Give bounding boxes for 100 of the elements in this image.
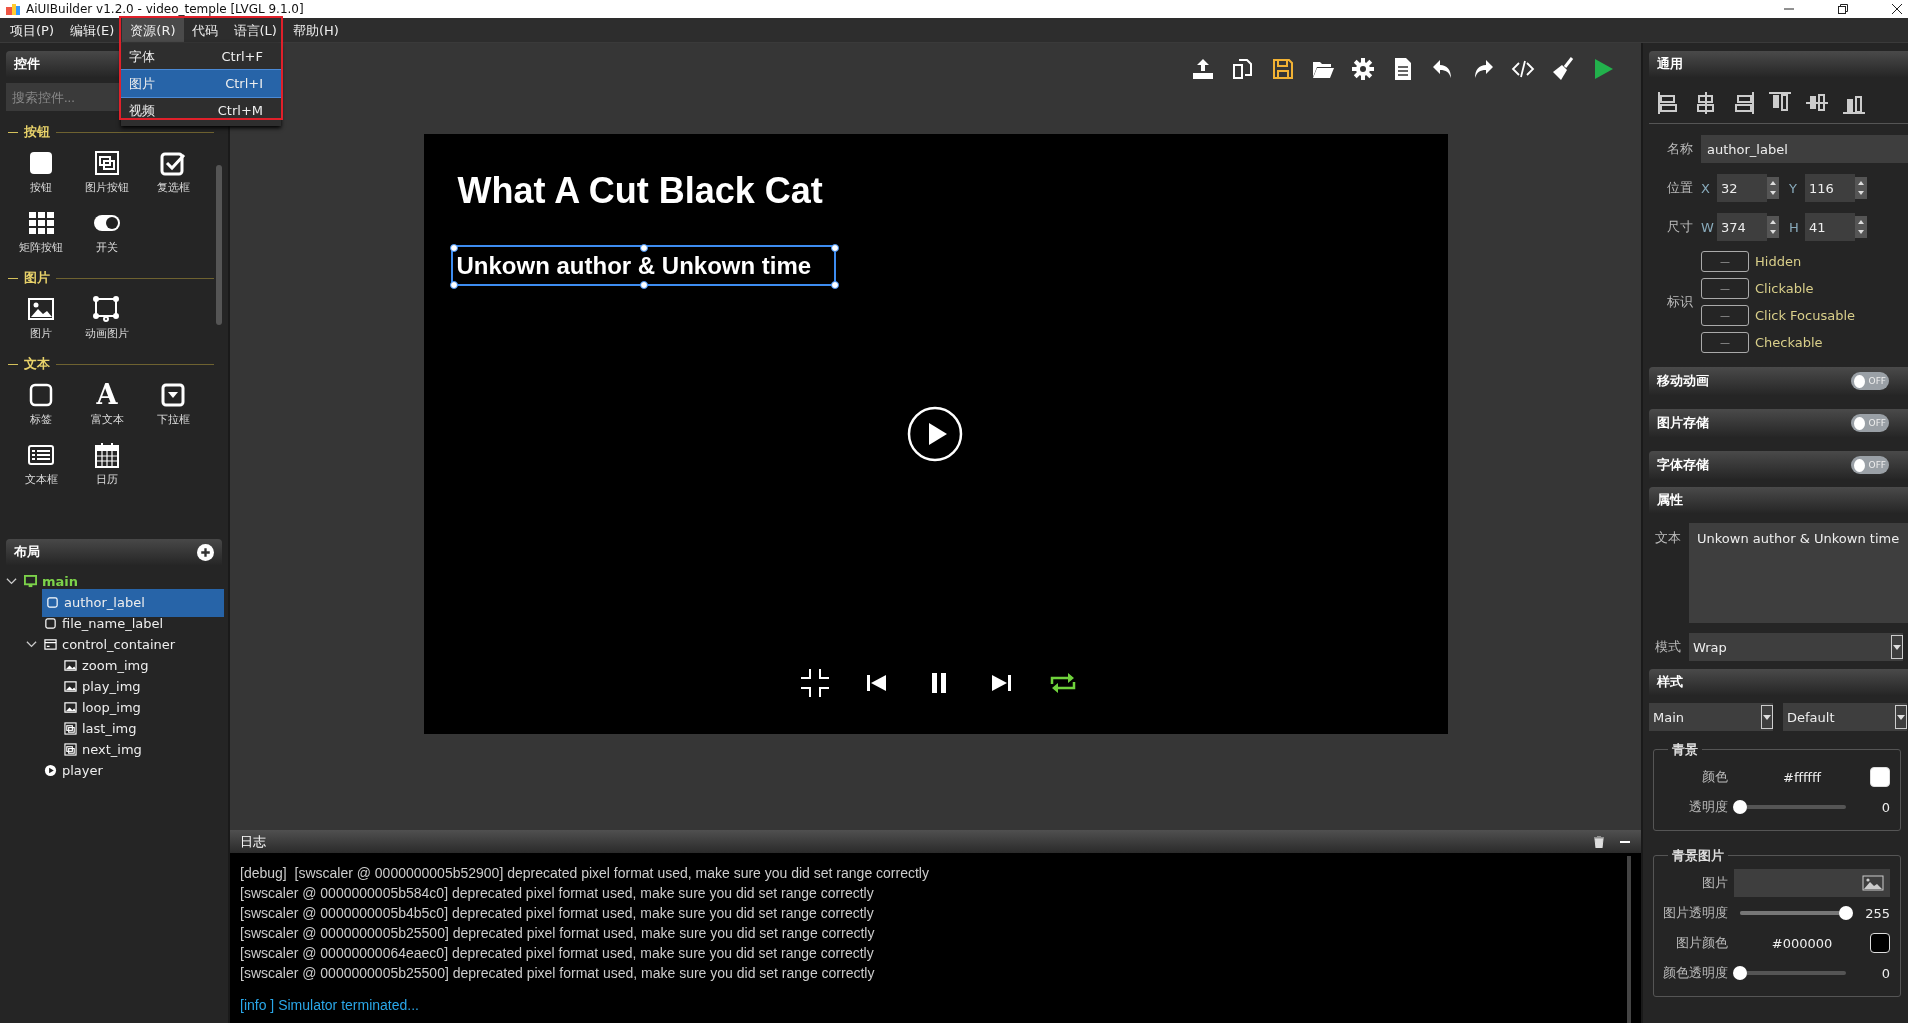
flag-label: Click Focusable [1755,308,1856,323]
menu-item[interactable]: 资源(R) [122,18,184,42]
menu-item[interactable]: 帮助(H) [284,18,347,42]
widget-item[interactable]: 日历 [74,441,140,487]
spinner-arrows-icon[interactable] [1855,213,1867,241]
tree-item[interactable]: play_img [62,677,224,696]
flag-toggle[interactable]: — [1701,305,1749,326]
image-icon [1862,875,1884,891]
widget-item[interactable]: 图片 [8,295,74,341]
flag-label: Hidden [1755,254,1802,269]
resize-handle[interactable] [640,281,648,289]
spinner-arrows-icon[interactable] [1767,213,1779,241]
widget-item[interactable]: 按钮 [8,149,74,195]
image-button-icon [64,743,77,756]
label-icon [27,381,55,409]
resize-handle[interactable] [830,281,839,289]
add-icon[interactable] [197,543,214,561]
menu-item[interactable]: 代码 [183,18,226,42]
menu-item[interactable]: 编辑(E) [62,18,123,42]
chevron-icon[interactable] [6,576,17,587]
widget-item[interactable]: A 富文本 [74,381,140,427]
field-label: 名称 [1666,140,1694,158]
text-area[interactable]: Unkown author & Unkown time [1689,523,1908,623]
square-icon [46,596,59,609]
slider-value: 0 [1880,965,1890,981]
tree-item[interactable]: file_name_label [42,614,224,633]
field-label: 图片透明度 [1662,904,1729,922]
image-icon [64,680,77,693]
flag-toggle[interactable]: — [1701,278,1749,299]
field-label: 颜色 [1701,768,1729,786]
menu-option[interactable]: 图片 Ctrl+I [121,70,281,97]
scrollbar[interactable] [216,165,222,325]
tree-item[interactable]: next_img [62,740,224,759]
broom-icon[interactable] [1551,57,1575,81]
tree-item[interactable]: player [42,761,224,780]
save-icon[interactable] [1271,57,1295,81]
width-field[interactable]: 374 [1717,213,1767,241]
flag-toggle[interactable]: — [1701,332,1749,353]
y-field[interactable]: 116 [1805,174,1855,202]
widget-item[interactable]: 标签 [8,381,74,427]
upload-icon[interactable] [1191,57,1215,81]
animation-icon [93,295,121,323]
caret-icon[interactable] [1761,705,1773,729]
part-dropdown[interactable]: Main [1649,703,1773,731]
x-field[interactable]: 32 [1717,174,1767,202]
flag-toggle[interactable]: — [1701,251,1749,272]
widget-item[interactable]: 开关 [74,209,140,255]
height-field[interactable]: 41 [1805,213,1855,241]
widget-item[interactable]: 文本框 [8,441,74,487]
maximize-icon[interactable] [1838,4,1848,14]
square-icon [44,617,57,630]
play-button-icon[interactable] [906,406,963,462]
slider-thumb[interactable] [1733,966,1747,980]
square-icon [27,149,55,177]
field-label: 尺寸 [1666,218,1694,236]
widget-item[interactable]: 动画图片 [74,295,140,341]
name-field[interactable]: author_label [1701,135,1908,163]
scrollbar[interactable] [1627,856,1631,1023]
menu-item[interactable]: 项目(P) [2,18,62,42]
resize-handle[interactable] [640,244,648,252]
widget-item[interactable]: 图片按钮 [74,149,140,195]
menu-item[interactable]: 语言(L) [225,18,285,42]
spinner-arrows-icon[interactable] [1767,174,1779,202]
log-line: [swscaler @ 0000000005b584c0] deprecated pixel format used, make sure you did set range correctly [240,885,875,903]
image-button-icon [64,722,77,735]
caret-icon[interactable] [1891,635,1903,659]
tree-item[interactable]: main [22,572,224,591]
close-icon[interactable] [1892,4,1902,14]
tree-item[interactable]: loop_img [62,698,224,717]
shrink-icon[interactable] [799,668,830,698]
widget-item[interactable]: 矩阵按钮 [8,209,74,255]
spinner-arrows-icon[interactable] [1855,174,1867,202]
resize-handle[interactable] [449,244,458,252]
author-label[interactable]: Unkown author & Unkown time [450,245,836,286]
slider-thumb[interactable] [1839,906,1853,920]
state-dropdown[interactable]: Default [1783,703,1907,731]
tree-item[interactable]: last_img [62,719,224,738]
slider-thumb[interactable] [1733,800,1747,814]
monitor-icon [24,575,37,588]
image-button-icon [93,149,121,177]
resize-handle[interactable] [830,244,839,252]
tree-item[interactable]: control_container [42,635,224,654]
widget-item[interactable]: 下拉框 [140,381,206,427]
chevron-icon[interactable] [26,639,37,650]
mode-dropdown[interactable]: Wrap [1689,633,1903,661]
trash-icon[interactable] [1593,835,1605,848]
image-field[interactable] [1734,869,1890,897]
copy-icon[interactable] [1231,57,1255,81]
field-label: 位置 [1666,179,1694,197]
caret-icon[interactable] [1895,705,1907,729]
color-swatch[interactable] [1870,933,1890,953]
resize-handle[interactable] [449,281,458,289]
widget-item[interactable]: 复选框 [140,149,206,195]
section-title: 文本 [24,355,50,373]
tree-item[interactable]: zoom_img [62,656,224,675]
panel-header: 日志 [230,830,1641,853]
color-swatch[interactable] [1870,767,1890,787]
tree-item[interactable]: author_label [42,588,224,617]
axis-label: X [1701,180,1711,196]
section-header: 属性 [1649,487,1908,513]
